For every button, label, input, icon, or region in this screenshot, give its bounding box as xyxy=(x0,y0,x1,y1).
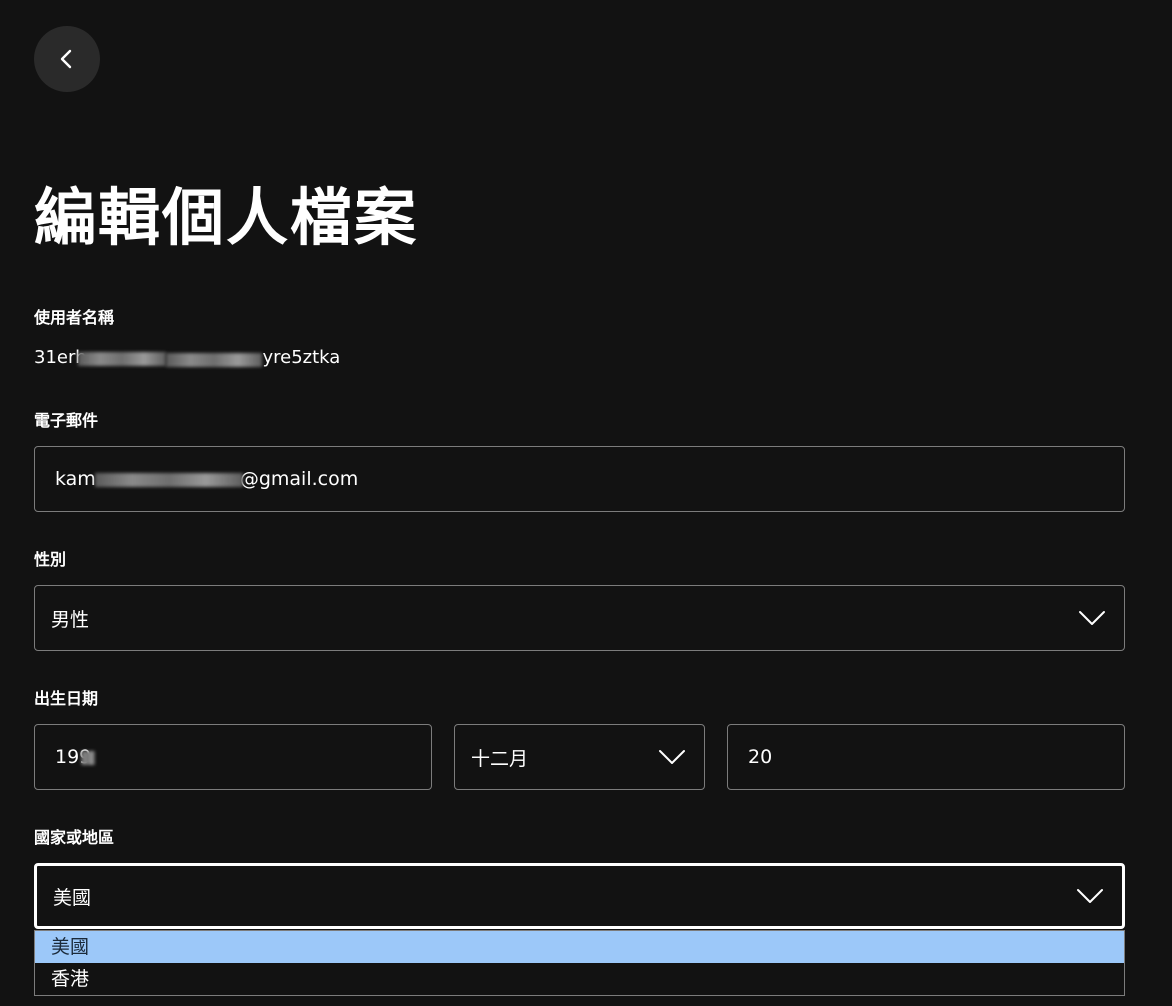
username-label: 使用者名稱 xyxy=(34,308,115,327)
back-button[interactable] xyxy=(34,26,100,92)
birth-day-field[interactable]: 20 xyxy=(727,724,1125,790)
email-value: kam @gmail.com xyxy=(35,468,358,490)
page-title: 編輯個人檔案 xyxy=(34,181,419,254)
username-value-end: yre5ztka xyxy=(262,347,341,368)
gender-label: 性別 xyxy=(34,550,67,569)
birth-month-selected: 十二月 xyxy=(471,747,529,770)
birth-day-value: 20 xyxy=(748,746,773,768)
country-select[interactable]: 美國 xyxy=(34,863,1125,929)
chevron-left-icon xyxy=(60,49,72,69)
username-value: 31erh yre5ztka xyxy=(34,346,340,370)
birthdate-label: 出生日期 xyxy=(34,689,99,708)
country-label: 國家或地區 xyxy=(34,828,115,847)
birth-month-select[interactable]: 十二月 xyxy=(454,724,705,790)
chevron-down-icon xyxy=(659,750,685,764)
birth-year-field[interactable]: 199 xyxy=(34,724,432,790)
birth-year-redaction xyxy=(81,751,95,765)
email-field[interactable]: kam @gmail.com xyxy=(34,446,1125,512)
chevron-down-icon xyxy=(1079,611,1105,625)
username-redaction xyxy=(166,353,262,367)
username-redaction xyxy=(78,352,166,366)
chevron-down-icon xyxy=(1077,889,1103,903)
email-value-end: @gmail.com xyxy=(239,468,359,490)
country-dropdown-list: 美國 香港 xyxy=(34,930,1125,996)
email-redaction xyxy=(95,473,243,487)
email-value-start: kam xyxy=(55,468,96,490)
country-selected: 美國 xyxy=(53,886,92,909)
birth-year-value: 199 xyxy=(35,746,111,768)
email-label: 電子郵件 xyxy=(34,411,99,430)
country-option[interactable]: 香港 xyxy=(35,963,1124,995)
gender-select[interactable]: 男性 xyxy=(34,585,1125,651)
edit-profile-page: 編輯個人檔案 使用者名稱 31erh yre5ztka 電子郵件 kam @gmai… xyxy=(0,0,1172,1006)
gender-selected: 男性 xyxy=(51,608,90,631)
country-option[interactable]: 美國 xyxy=(35,931,1124,963)
